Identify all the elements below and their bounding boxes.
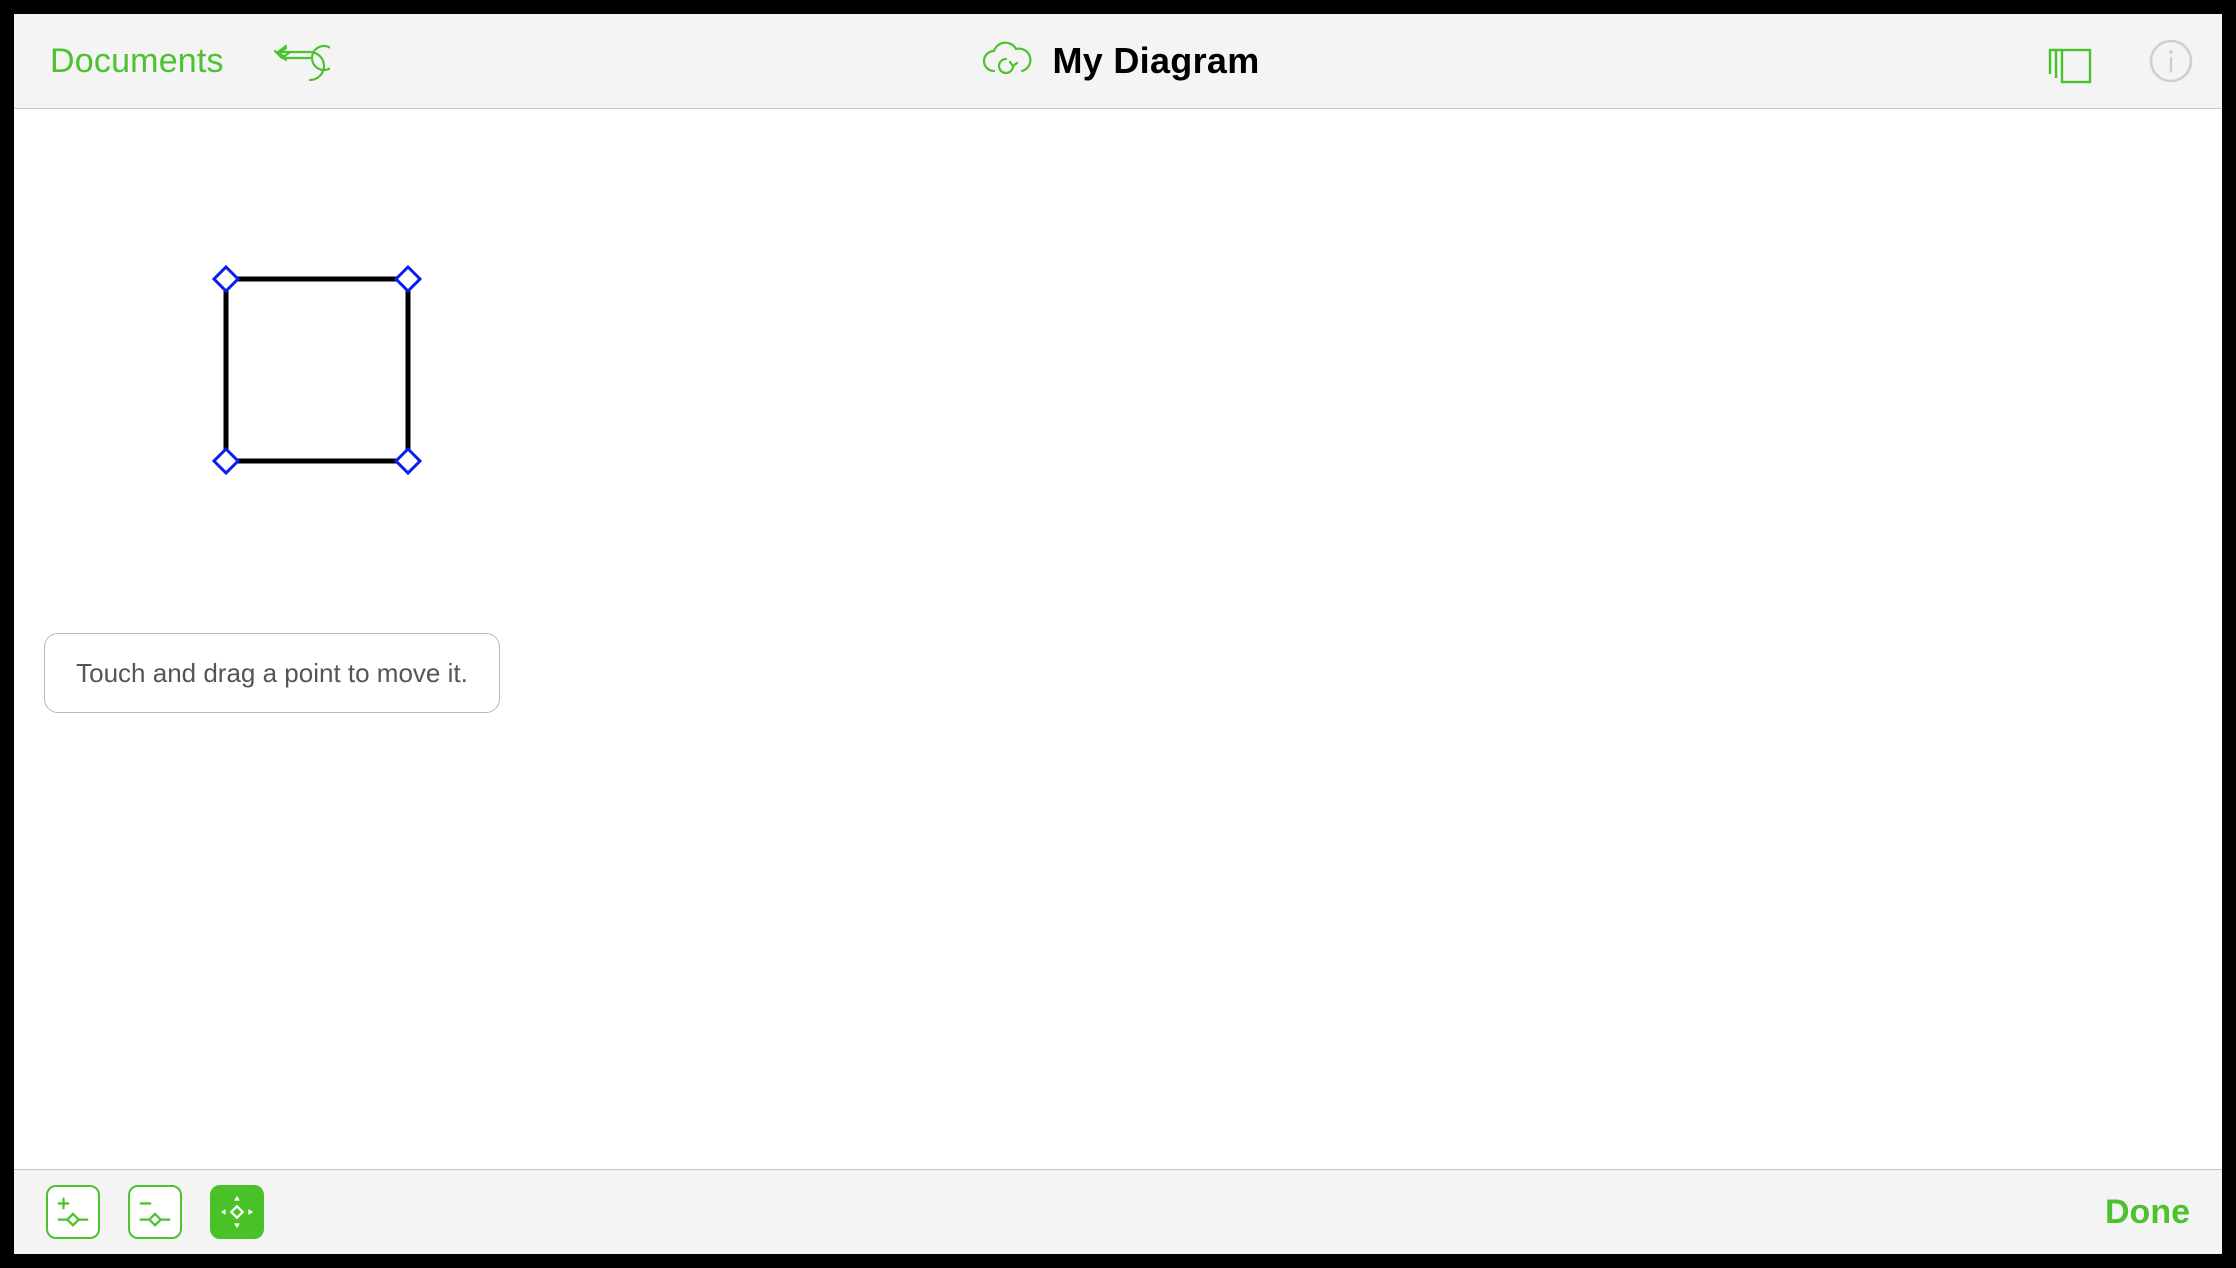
handle-bottom-right[interactable] (396, 449, 420, 473)
undo-button[interactable] (272, 40, 330, 82)
shape-rect[interactable] (226, 279, 408, 461)
cloud-sync-button[interactable] (976, 39, 1032, 83)
info-button[interactable] (2148, 38, 2194, 84)
move-point-icon (218, 1192, 256, 1232)
remove-point-icon (136, 1192, 174, 1232)
add-point-icon (54, 1192, 92, 1232)
done-button[interactable]: Done (2105, 1193, 2190, 1232)
hint-bubble: Touch and drag a point to move it. (44, 633, 500, 713)
pages-button[interactable] (2046, 36, 2096, 86)
selected-shape[interactable] (226, 279, 408, 461)
add-point-tool[interactable] (46, 1185, 100, 1239)
hint-text: Touch and drag a point to move it. (76, 658, 468, 689)
cloud-sync-icon (976, 39, 1032, 83)
handle-top-right[interactable] (396, 267, 420, 291)
bottom-toolbar: Done (14, 1169, 2222, 1254)
move-point-tool[interactable] (210, 1185, 264, 1239)
document-title: My Diagram (1052, 40, 1259, 82)
undo-icon (272, 40, 330, 82)
remove-point-tool[interactable] (128, 1185, 182, 1239)
handle-bottom-left[interactable] (214, 449, 238, 473)
handle-top-left[interactable] (214, 267, 238, 291)
info-icon (2148, 38, 2194, 84)
documents-button[interactable]: Documents (50, 42, 224, 81)
canvas[interactable]: Touch and drag a point to move it. (14, 109, 2222, 1169)
top-toolbar: Documents (14, 14, 2222, 109)
pages-icon (2046, 36, 2096, 86)
